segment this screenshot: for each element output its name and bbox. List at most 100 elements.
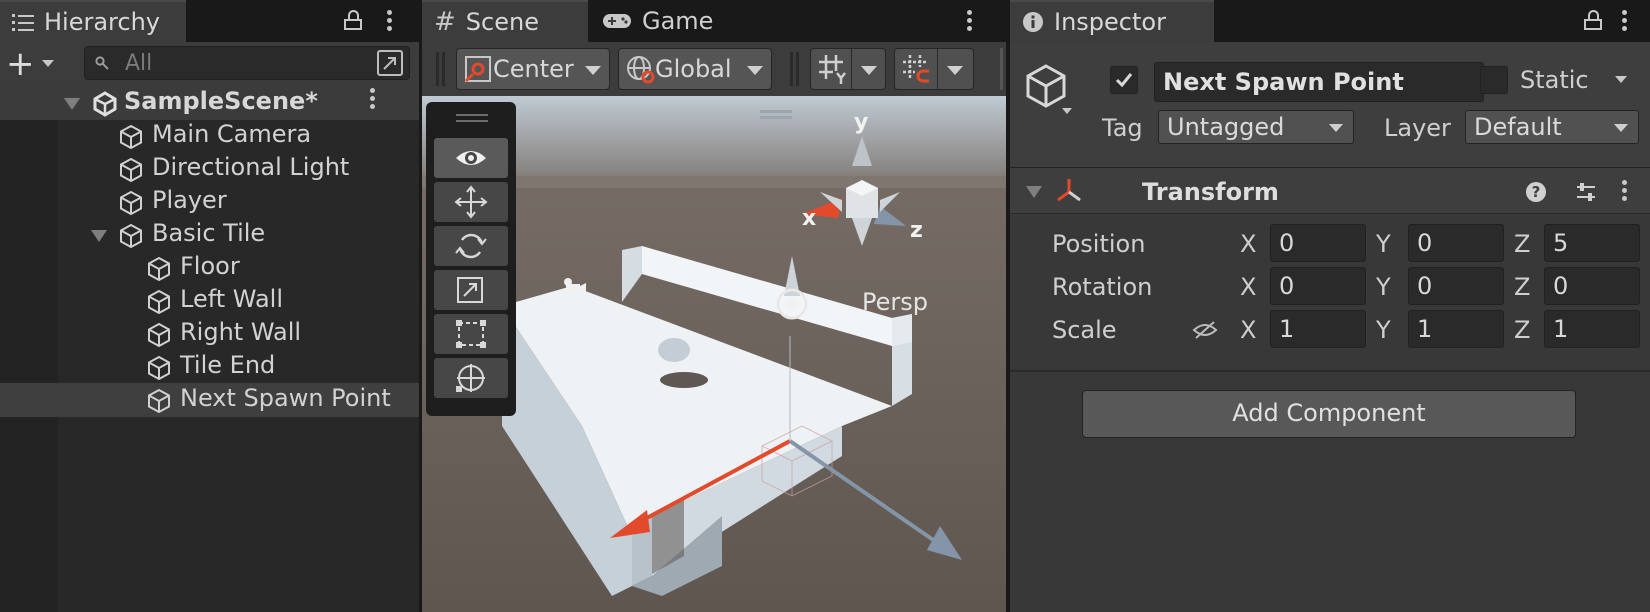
list-item-label: Tile End xyxy=(180,351,276,379)
tab-scene[interactable]: # Scene xyxy=(422,0,588,42)
search-field[interactable]: All xyxy=(84,46,410,80)
view-tool-button[interactable] xyxy=(434,138,508,178)
list-item[interactable]: Right Wall xyxy=(0,317,419,351)
inspector-tab-label: Inspector xyxy=(1054,8,1166,36)
scene-tab-label: Scene xyxy=(465,8,539,36)
search-input[interactable]: All xyxy=(125,51,152,76)
divider xyxy=(1010,370,1650,372)
search-expand-icon[interactable] xyxy=(377,50,403,76)
toolbar-overflow xyxy=(1000,48,1003,90)
rect-tool-button[interactable] xyxy=(434,314,508,354)
presets-sliders-icon[interactable] xyxy=(1574,180,1598,204)
list-item[interactable]: Tile End xyxy=(0,350,419,384)
static-dropdown-icon[interactable] xyxy=(1615,76,1627,83)
inspector-panel: Inspector Next Spawn Point Static Tag Un… xyxy=(1010,0,1650,612)
hierarchy-panel: Hierarchy + All SampleScene* Main Camera xyxy=(0,0,419,612)
fold-arrow-icon[interactable] xyxy=(1026,186,1042,198)
scale-y-field[interactable]: 1 xyxy=(1408,310,1504,348)
scene-more-options-icon[interactable] xyxy=(967,10,973,34)
scale-z-field[interactable]: 1 xyxy=(1544,310,1640,348)
chevron-down-icon xyxy=(861,66,877,75)
gameobject-cube-icon xyxy=(148,355,170,381)
transform-title: Transform xyxy=(1142,178,1279,206)
gameobject-cube-icon[interactable] xyxy=(1024,62,1072,118)
layer-dropdown[interactable]: Default xyxy=(1465,110,1639,144)
globe-icon xyxy=(627,56,655,84)
transform-tool-button[interactable] xyxy=(434,358,508,398)
static-checkbox[interactable] xyxy=(1480,66,1508,94)
scale-icon xyxy=(457,277,483,303)
scene-root-row[interactable]: SampleScene* xyxy=(0,86,419,120)
gizmo-x-label: x xyxy=(802,206,817,231)
rotation-z-field[interactable]: 0 xyxy=(1544,267,1640,305)
help-icon[interactable]: ? xyxy=(1524,180,1548,204)
list-item[interactable]: Directional Light xyxy=(0,152,419,186)
rotation-y-field[interactable]: 0 xyxy=(1408,267,1504,305)
rotation-x-field[interactable]: 0 xyxy=(1270,267,1366,305)
projection-label[interactable]: Persp xyxy=(862,288,928,316)
axis-x-label: X xyxy=(1240,316,1257,344)
search-icon xyxy=(95,56,109,70)
constrain-proportions-icon[interactable] xyxy=(1190,318,1220,342)
pivot-rotation-dropdown[interactable]: Global xyxy=(618,48,772,90)
gizmo-y-label: y xyxy=(854,110,869,135)
fold-arrow-icon[interactable] xyxy=(64,98,80,110)
lock-icon[interactable] xyxy=(1584,10,1602,30)
unity-logo-icon xyxy=(93,91,117,117)
scale-x-field[interactable]: 1 xyxy=(1270,310,1366,348)
gameobject-cube-icon xyxy=(120,157,142,183)
gizmo-z-label: z xyxy=(910,218,923,243)
grid-snapping-button[interactable] xyxy=(810,48,886,90)
transform-tool-icon xyxy=(456,364,485,392)
position-z-field[interactable]: 5 xyxy=(1544,224,1640,262)
list-item-label: Next Spawn Point xyxy=(180,384,391,412)
list-item-label: Main Camera xyxy=(152,120,312,148)
component-more-icon[interactable] xyxy=(1622,180,1628,204)
list-item[interactable]: Player xyxy=(0,185,419,219)
increment-snap-icon xyxy=(903,55,929,83)
list-item[interactable]: Basic Tile xyxy=(0,218,419,252)
axis-z-label: Z xyxy=(1514,316,1531,344)
list-item[interactable]: Left Wall xyxy=(0,284,419,318)
list-icon xyxy=(12,14,34,31)
scene-more-icon[interactable] xyxy=(370,88,376,112)
layer-value: Default xyxy=(1474,113,1562,141)
list-item[interactable]: Main Camera xyxy=(0,119,419,153)
list-item[interactable]: Floor xyxy=(0,251,419,285)
more-options-icon[interactable] xyxy=(387,10,393,34)
more-options-icon[interactable] xyxy=(1622,10,1628,34)
gameobject-cube-icon xyxy=(148,289,170,315)
pivot-mode-dropdown[interactable]: Center xyxy=(456,48,610,90)
game-tab-label: Game xyxy=(642,7,714,35)
axis-x-label: X xyxy=(1240,273,1257,301)
move-tool-button[interactable] xyxy=(434,182,508,222)
position-x-field[interactable]: 0 xyxy=(1270,224,1366,262)
tab-game[interactable]: Game xyxy=(590,0,740,42)
tag-dropdown[interactable]: Untagged xyxy=(1158,110,1354,144)
object-name-field[interactable]: Next Spawn Point xyxy=(1154,62,1484,102)
transform-component-header[interactable] xyxy=(1010,168,1650,214)
list-item-label: Basic Tile xyxy=(152,219,266,247)
tag-value: Untagged xyxy=(1167,113,1285,141)
static-label: Static xyxy=(1520,66,1589,94)
list-item-label: Player xyxy=(152,186,227,214)
chevron-down-icon xyxy=(947,66,963,75)
add-icon[interactable]: + xyxy=(6,47,35,81)
active-checkbox[interactable] xyxy=(1110,66,1138,94)
rect-transform-icon xyxy=(456,320,486,348)
add-component-button[interactable]: Add Component xyxy=(1082,390,1576,438)
layer-label: Layer xyxy=(1384,114,1451,142)
position-y-field[interactable]: 0 xyxy=(1408,224,1504,262)
tab-hierarchy[interactable]: Hierarchy xyxy=(0,0,186,42)
tab-inspector[interactable]: Inspector xyxy=(1010,0,1214,42)
list-item-selected[interactable]: Next Spawn Point xyxy=(0,383,419,417)
scene-panel: # Scene Game Center Global y x z Persp xyxy=(422,0,1006,612)
chevron-down-icon[interactable] xyxy=(42,60,54,67)
lock-icon[interactable] xyxy=(344,10,362,30)
increment-snapping-button[interactable] xyxy=(894,48,974,90)
axis-z-label: Z xyxy=(1514,230,1531,258)
scale-tool-button[interactable] xyxy=(434,270,508,310)
scale-label: Scale xyxy=(1052,316,1117,344)
fold-arrow-icon[interactable] xyxy=(91,230,107,242)
rotate-tool-button[interactable] xyxy=(434,226,508,266)
